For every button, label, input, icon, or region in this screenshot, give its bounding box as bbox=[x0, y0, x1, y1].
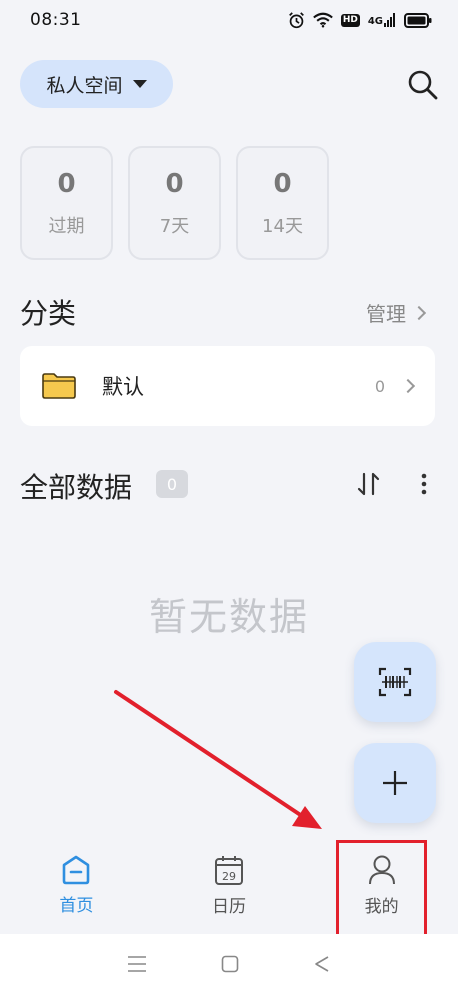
status-icons: HD 4G bbox=[288, 11, 432, 29]
nav-item-mine[interactable]: 我的 bbox=[305, 836, 458, 934]
plus-icon bbox=[383, 771, 407, 795]
category-count: 0 bbox=[374, 376, 385, 396]
folder-icon bbox=[42, 373, 76, 399]
bottom-nav: 首页 29 日历 我的 bbox=[0, 836, 458, 934]
chevron-right-icon bbox=[400, 378, 416, 394]
stat-card-expired[interactable]: 0 过期 bbox=[20, 146, 113, 260]
status-bar: 08:31 HD 4G bbox=[0, 0, 458, 40]
sort-icon bbox=[357, 472, 380, 496]
space-selector[interactable]: 私人空间 bbox=[20, 60, 173, 108]
signal-icon: 4G bbox=[368, 13, 396, 27]
signal-bars-icon bbox=[384, 13, 395, 27]
stat-value: 0 bbox=[165, 169, 184, 199]
stat-card-7-days[interactable]: 0 7天 bbox=[128, 146, 221, 260]
category-name: 默认 bbox=[102, 375, 144, 399]
stat-label: 7天 bbox=[159, 216, 190, 237]
stat-label: 过期 bbox=[48, 216, 85, 237]
nav-label: 我的 bbox=[364, 896, 399, 917]
network-type: 4G bbox=[367, 16, 383, 27]
data-count-badge: 0 bbox=[156, 470, 188, 498]
stat-card-14-days[interactable]: 0 14天 bbox=[236, 146, 329, 260]
sort-button[interactable] bbox=[356, 470, 382, 498]
calendar-day-number: 29 bbox=[222, 870, 236, 883]
category-section-title: 分类 bbox=[20, 297, 77, 330]
nav-item-home[interactable]: 首页 bbox=[0, 836, 153, 934]
more-options-button[interactable] bbox=[414, 470, 434, 498]
hd-badge: HD bbox=[340, 13, 360, 27]
back-icon[interactable] bbox=[313, 955, 331, 973]
wifi-icon bbox=[312, 12, 333, 28]
search-button[interactable] bbox=[406, 68, 440, 102]
manage-link[interactable]: 管理 bbox=[366, 298, 427, 327]
caret-down-icon bbox=[132, 80, 147, 88]
empty-state-text: 暂无数据 bbox=[148, 595, 309, 639]
scan-icon bbox=[378, 667, 412, 697]
menu-icon[interactable] bbox=[127, 955, 147, 973]
battery-icon bbox=[404, 12, 432, 28]
add-button[interactable] bbox=[354, 743, 436, 823]
chevron-right-icon bbox=[411, 305, 427, 320]
space-selector-label: 私人空间 bbox=[46, 74, 123, 97]
nav-label: 日历 bbox=[212, 896, 246, 917]
home-icon bbox=[63, 855, 90, 884]
calendar-icon: 29 bbox=[215, 855, 243, 885]
nav-item-calendar[interactable]: 29 日历 bbox=[153, 836, 306, 934]
category-item-default[interactable]: 默认 0 bbox=[20, 346, 435, 426]
stat-value: 0 bbox=[273, 169, 292, 199]
manage-label: 管理 bbox=[366, 302, 406, 326]
alarm-icon bbox=[288, 11, 304, 28]
home-square-icon[interactable] bbox=[221, 955, 239, 973]
user-icon bbox=[368, 855, 395, 884]
stat-value: 0 bbox=[57, 169, 76, 199]
data-section-title: 全部数据 bbox=[20, 471, 133, 504]
more-vertical-icon bbox=[421, 473, 427, 495]
scan-button[interactable] bbox=[354, 642, 436, 722]
system-nav-bar bbox=[0, 934, 458, 993]
nav-label: 首页 bbox=[59, 895, 94, 916]
status-time: 08:31 bbox=[30, 10, 82, 30]
stat-label: 14天 bbox=[262, 216, 303, 237]
search-icon bbox=[408, 70, 438, 100]
